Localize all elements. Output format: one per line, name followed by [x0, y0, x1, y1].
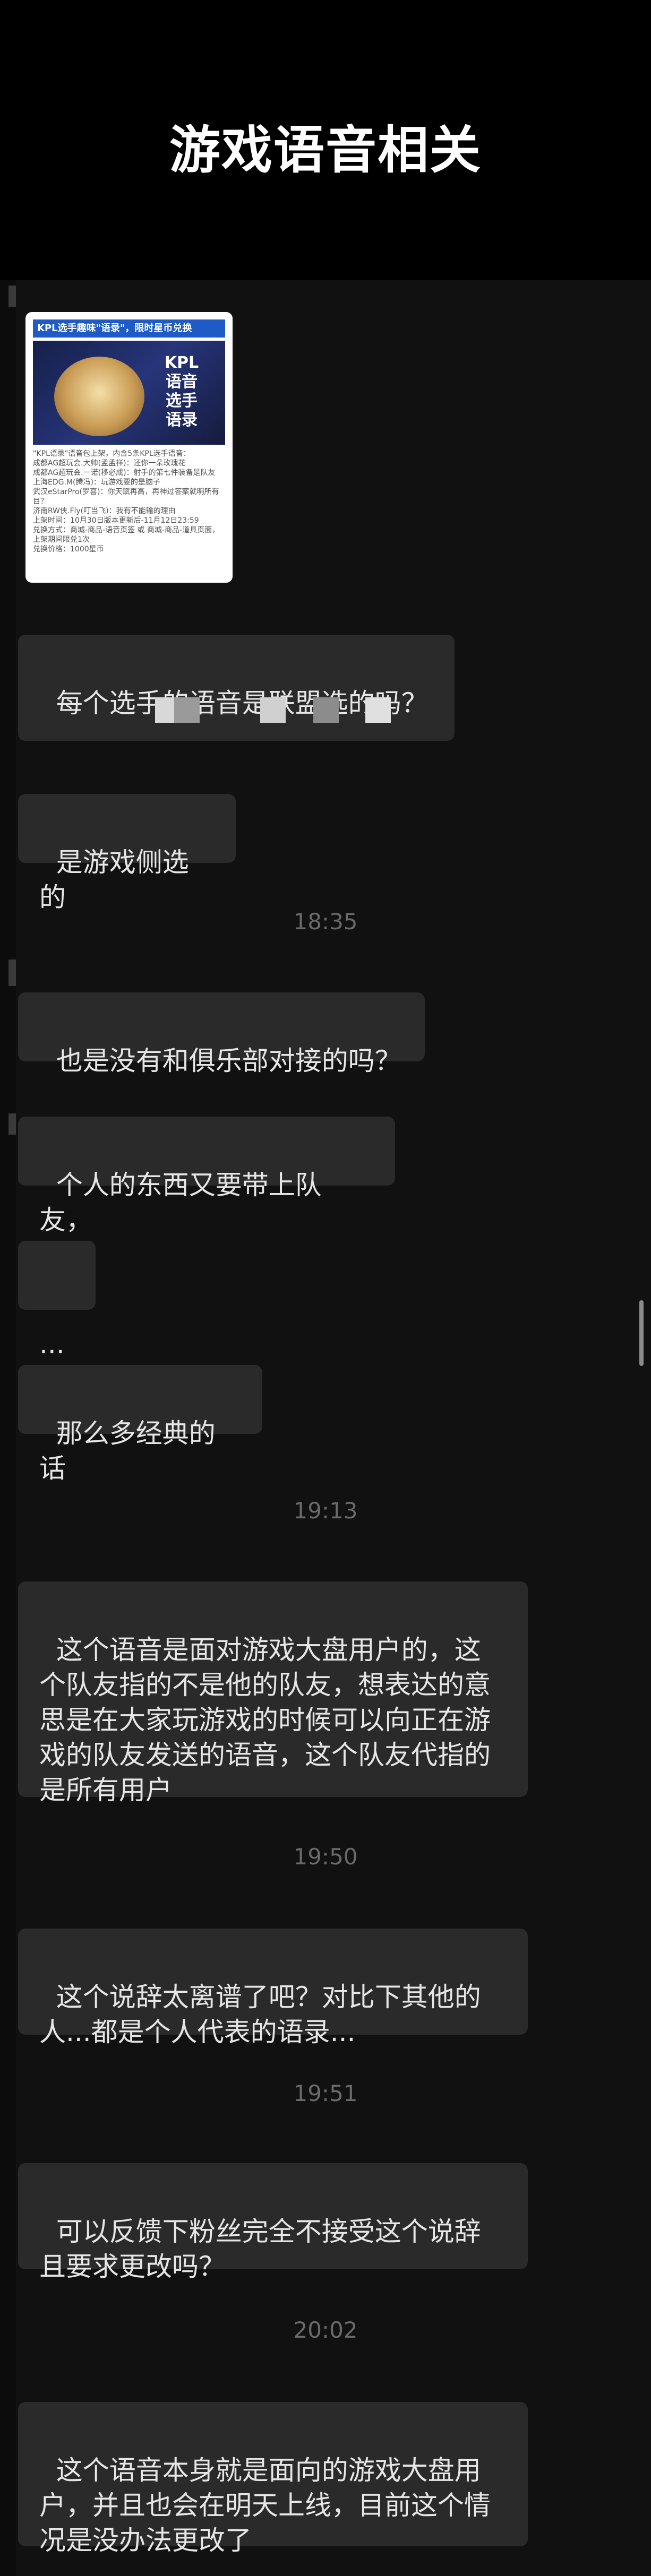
message-bubble[interactable]: 可以反馈下粉丝完全不接受这个说辞且要求更改吗？: [18, 2163, 528, 2282]
message-text: 是游戏侧选的: [39, 847, 189, 913]
page-title: 游戏语音相关: [169, 120, 482, 180]
message-bubble[interactable]: 每个选手的语音是联盟选的吗？: [18, 635, 455, 741]
message-bubble[interactable]: 也是没有和俱乐部对接的吗？: [18, 992, 425, 1076]
blur-mark: [174, 697, 200, 723]
message-text: ...: [39, 1329, 65, 1360]
timestamp: 19:13: [293, 1498, 358, 1524]
header-bar: 游戏语音相关: [0, 0, 651, 280]
message-bubble[interactable]: ...: [18, 1241, 96, 1360]
timestamp: 19:51: [293, 2080, 358, 2106]
timestamp: 19:50: [293, 1844, 358, 1870]
message-text: 这个说辞太离谱了吧？对比下其他的人...都是个人代表的语录...: [39, 1982, 481, 2047]
message-text: 个人的东西又要带上队友，: [39, 1170, 322, 1235]
card-banner: KPL选手趣味"语录"，限时星币兑换: [33, 319, 225, 338]
message-bubble[interactable]: 个人的东西又要带上队友，: [18, 1117, 395, 1235]
message-text: 也是没有和俱乐部对接的吗？: [56, 1045, 401, 1076]
blur-mark: [260, 697, 286, 723]
left-edge-strip: [0, 280, 16, 2576]
poster-artwork: [54, 357, 144, 436]
message-text: 这个语音本身就是面向的游戏大盘用户，并且也会在明天上线，目前这个情况是没办法更改…: [39, 2455, 491, 2556]
edge-mark: [8, 286, 16, 307]
message-text: 这个语音是面对游戏大盘用户的，这个队友指的不是他的队友，想表达的意思是在大家玩游…: [39, 1635, 491, 1805]
message-text: 那么多经典的话: [39, 1418, 216, 1484]
card-poster-image: KPL语音 选手 语录: [33, 341, 225, 445]
blur-mark: [365, 697, 391, 723]
card-description: "KPL语录"语音包上架，内含5条KPL选手语音： 成都AG超玩会.大帅(孟孟祥…: [33, 449, 220, 554]
timestamp: 20:02: [293, 2317, 358, 2343]
blur-mark: [313, 697, 339, 723]
shared-image-card[interactable]: KPL选手趣味"语录"，限时星币兑换 KPL语音 选手 语录 "KPL语录"语音…: [25, 312, 233, 583]
scrollbar-thumb[interactable]: [639, 1300, 644, 1366]
message-bubble[interactable]: 这个语音本身就是面向的游戏大盘用户，并且也会在明天上线，目前这个情况是没办法更改…: [18, 2402, 528, 2556]
edge-mark: [8, 959, 16, 986]
poster-text: KPL语音 选手 语录: [164, 353, 199, 429]
blur-mark: [155, 697, 174, 723]
timestamp: 18:35: [293, 909, 358, 935]
edge-mark: [8, 1113, 16, 1135]
message-bubble[interactable]: 这个说辞太离谱了吧？对比下其他的人...都是个人代表的语录...: [18, 1929, 528, 2047]
message-bubble[interactable]: 那么多经典的话: [18, 1365, 262, 1484]
message-bubble[interactable]: 是游戏侧选的: [18, 794, 236, 913]
message-text: 可以反馈下粉丝完全不接受这个说辞且要求更改吗？: [39, 2216, 481, 2282]
message-bubble[interactable]: 这个语音是面对游戏大盘用户的，这个队友指的不是他的队友，想表达的意思是在大家玩游…: [18, 1581, 528, 1805]
